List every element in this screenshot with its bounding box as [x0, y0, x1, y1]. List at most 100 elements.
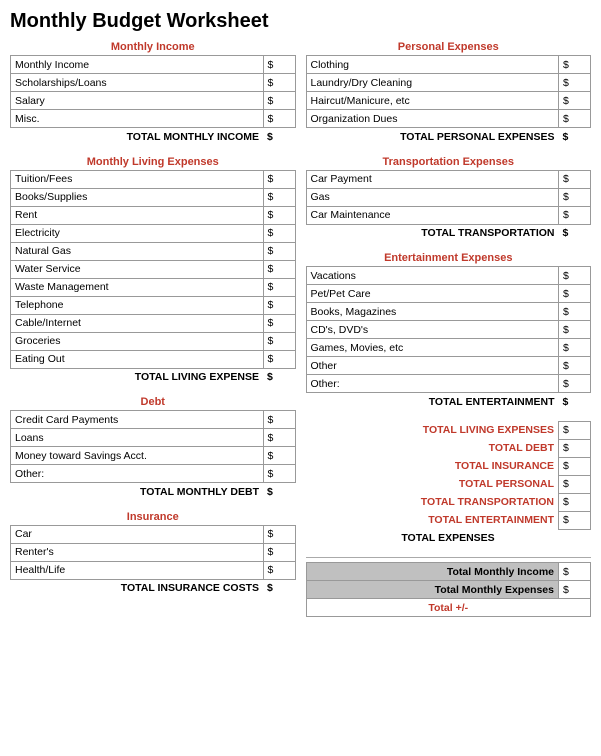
table-row: Books, Magazines$ — [306, 303, 591, 321]
grand-total-row: TOTAL EXPENSES — [306, 529, 591, 547]
living-expenses-total-label: TOTAL LIVING EXPENSE — [11, 368, 264, 386]
transportation-table: Car Payment$Gas$Car Maintenance$ TOTAL T… — [306, 170, 592, 243]
table-row: Car Maintenance$ — [306, 206, 591, 224]
transportation-total-label: TOTAL TRANSPORTATION — [306, 224, 559, 242]
personal-expenses-total-value: $ — [559, 128, 591, 146]
insurance-total-value: $ — [263, 579, 295, 597]
summary-row: TOTAL ENTERTAINMENT$ — [306, 511, 591, 529]
row-value: $ — [559, 321, 591, 339]
table-row: Monthly Income$ — [11, 56, 296, 74]
bottom-row-label: Total Monthly Expenses — [306, 581, 559, 599]
table-row: Credit Card Payments$ — [11, 411, 296, 429]
table-row: Waste Management$ — [11, 278, 296, 296]
row-value: $ — [559, 170, 591, 188]
row-label: Vacations — [306, 267, 559, 285]
summary-row: TOTAL PERSONAL$ — [306, 475, 591, 493]
row-label: Laundry/Dry Cleaning — [306, 74, 559, 92]
personal-expenses-section: Personal Expenses Clothing$Laundry/Dry C… — [306, 41, 592, 146]
entertainment-total-value: $ — [559, 393, 591, 411]
row-value: $ — [263, 429, 295, 447]
row-value: $ — [263, 224, 295, 242]
monthly-income-total-value: $ — [263, 128, 295, 146]
total-plus-minus-row: Total +/- — [306, 599, 591, 617]
monthly-income-total-label: TOTAL MONTHLY INCOME — [11, 128, 264, 146]
row-value: $ — [559, 375, 591, 393]
row-label: Other: — [306, 375, 559, 393]
row-label: Clothing — [306, 56, 559, 74]
row-label: Rent — [11, 206, 264, 224]
insurance-section: Insurance Car$Renter's$Health/Life$ TOTA… — [10, 511, 296, 598]
table-row: Water Service$ — [11, 260, 296, 278]
row-value: $ — [559, 92, 591, 110]
row-label: Books, Magazines — [306, 303, 559, 321]
table-row: Other:$ — [306, 375, 591, 393]
row-value: $ — [263, 260, 295, 278]
summary-row-value: $ — [559, 511, 591, 529]
row-value: $ — [263, 411, 295, 429]
row-label: Groceries — [11, 332, 264, 350]
row-label: Misc. — [11, 110, 264, 128]
table-row: Tuition/Fees$ — [11, 170, 296, 188]
transportation-total-row: TOTAL TRANSPORTATION $ — [306, 224, 591, 242]
entertainment-title: Entertainment Expenses — [306, 252, 592, 264]
bottom-row-label: Total Monthly Income — [306, 563, 559, 581]
row-value: $ — [263, 74, 295, 92]
row-label: Car — [11, 525, 264, 543]
row-label: Health/Life — [11, 561, 264, 579]
monthly-income-section: Monthly Income Monthly Income$Scholarshi… — [10, 41, 296, 146]
table-row: Eating Out$ — [11, 350, 296, 368]
row-value: $ — [559, 303, 591, 321]
table-row: Renter's$ — [11, 543, 296, 561]
bottom-row: Total Monthly Income$ — [306, 563, 591, 581]
table-row: Car Payment$ — [306, 170, 591, 188]
row-value: $ — [263, 561, 295, 579]
total-plus-minus-label: Total +/- — [306, 599, 591, 617]
table-row: Money toward Savings Acct.$ — [11, 447, 296, 465]
summary-row: TOTAL DEBT$ — [306, 439, 591, 457]
row-value: $ — [559, 74, 591, 92]
personal-expenses-total-label: TOTAL PERSONAL EXPENSES — [306, 128, 559, 146]
row-label: Books/Supplies — [11, 188, 264, 206]
summary-section: TOTAL LIVING EXPENSES$TOTAL DEBT$TOTAL I… — [306, 421, 592, 548]
row-value: $ — [263, 110, 295, 128]
row-label: Pet/Pet Care — [306, 285, 559, 303]
table-row: Other$ — [306, 357, 591, 375]
insurance-total-row: TOTAL INSURANCE COSTS $ — [11, 579, 296, 597]
table-row: Cable/Internet$ — [11, 314, 296, 332]
bottom-row: Total Monthly Expenses$ — [306, 581, 591, 599]
summary-row-value: $ — [559, 457, 591, 475]
summary-row-label: TOTAL TRANSPORTATION — [306, 493, 559, 511]
row-value: $ — [263, 170, 295, 188]
row-value: $ — [263, 447, 295, 465]
debt-table: Credit Card Payments$Loans$Money toward … — [10, 410, 296, 501]
bottom-section: Total Monthly Income$Total Monthly Expen… — [306, 557, 592, 617]
bottom-row-value: $ — [559, 581, 591, 599]
bottom-table: Total Monthly Income$Total Monthly Expen… — [306, 562, 592, 617]
transportation-section: Transportation Expenses Car Payment$Gas$… — [306, 156, 592, 243]
row-value: $ — [263, 206, 295, 224]
row-label: Eating Out — [11, 350, 264, 368]
insurance-table: Car$Renter's$Health/Life$ TOTAL INSURANC… — [10, 525, 296, 598]
table-row: Salary$ — [11, 92, 296, 110]
entertainment-table: Vacations$Pet/Pet Care$Books, Magazines$… — [306, 266, 592, 411]
debt-total-label: TOTAL MONTHLY DEBT — [11, 483, 264, 501]
table-row: Telephone$ — [11, 296, 296, 314]
row-label: Haircut/Manicure, etc — [306, 92, 559, 110]
debt-total-value: $ — [263, 483, 295, 501]
table-row: Electricity$ — [11, 224, 296, 242]
summary-row-label: TOTAL INSURANCE — [306, 457, 559, 475]
table-row: Misc.$ — [11, 110, 296, 128]
row-value: $ — [263, 332, 295, 350]
entertainment-total-label: TOTAL ENTERTAINMENT — [306, 393, 559, 411]
table-row: Loans$ — [11, 429, 296, 447]
row-value: $ — [559, 110, 591, 128]
row-value: $ — [263, 56, 295, 74]
row-value: $ — [559, 56, 591, 74]
table-row: Clothing$ — [306, 56, 591, 74]
row-label: Cable/Internet — [11, 314, 264, 332]
table-row: Gas$ — [306, 188, 591, 206]
transportation-title: Transportation Expenses — [306, 156, 592, 168]
row-label: Loans — [11, 429, 264, 447]
summary-row-value: $ — [559, 439, 591, 457]
summary-row: TOTAL INSURANCE$ — [306, 457, 591, 475]
